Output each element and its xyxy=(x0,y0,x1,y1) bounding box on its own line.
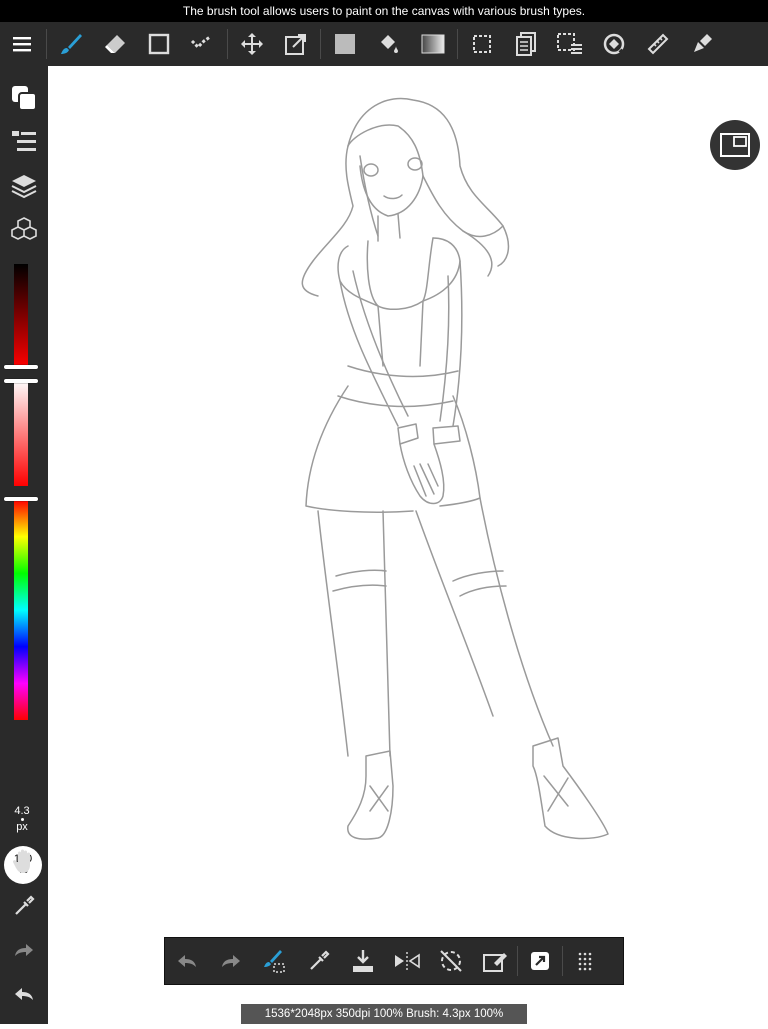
grid-menu-button[interactable] xyxy=(563,938,607,984)
snap-icon xyxy=(531,952,549,970)
eyedropper-icon xyxy=(15,895,35,915)
hue-handle[interactable] xyxy=(4,497,38,501)
left-sidebar: 4.3 px 100 % xyxy=(0,66,48,1024)
flip-icon xyxy=(395,952,420,970)
rectangle-tool-icon xyxy=(148,33,170,55)
snap-button[interactable] xyxy=(518,938,562,984)
redo-button[interactable] xyxy=(0,928,48,972)
clear-button[interactable] xyxy=(473,938,517,984)
separator xyxy=(227,29,228,59)
redo-icon xyxy=(15,944,33,956)
navigator-button[interactable] xyxy=(710,120,760,170)
transform-tool-button[interactable] xyxy=(274,22,318,66)
hue-slider[interactable] xyxy=(14,500,28,720)
select-icon xyxy=(473,35,491,53)
eyedropper-icon xyxy=(310,950,330,970)
color-button[interactable] xyxy=(0,76,48,120)
copy-layers-icon xyxy=(516,32,536,56)
brush-tool-button[interactable] xyxy=(49,22,93,66)
top-toolbar xyxy=(0,22,768,66)
undo-quick-button[interactable] xyxy=(165,938,209,984)
move-tool-icon xyxy=(241,33,263,55)
move-tool-button[interactable] xyxy=(230,22,274,66)
save-icon xyxy=(353,950,373,972)
clear-icon xyxy=(483,953,507,972)
separator xyxy=(46,29,47,59)
gradient-icon xyxy=(421,34,445,54)
dot-tool-button[interactable] xyxy=(181,22,225,66)
pen-icon xyxy=(694,34,712,52)
hand-tool-button[interactable] xyxy=(0,839,48,883)
brightness-handle[interactable] xyxy=(4,365,38,369)
undo-icon xyxy=(178,955,196,967)
brush-size-indicator[interactable]: 4.3 px xyxy=(0,806,44,833)
undo-icon xyxy=(15,988,33,1000)
fill-color-button[interactable] xyxy=(323,22,367,66)
rotate-canvas-button[interactable] xyxy=(429,938,473,984)
undo-button[interactable] xyxy=(0,972,48,1016)
rotate-tool-button[interactable] xyxy=(592,22,636,66)
pen-tool-button[interactable] xyxy=(680,22,724,66)
layers-icon xyxy=(11,175,37,199)
layer-properties-button[interactable] xyxy=(0,120,48,164)
navigator-icon xyxy=(720,133,750,157)
materials-button[interactable] xyxy=(0,208,48,252)
color-icon xyxy=(12,86,37,111)
layer-props-icon xyxy=(12,131,36,151)
transform-tool-icon xyxy=(285,34,306,55)
redo-icon xyxy=(222,955,240,967)
figure-sketch xyxy=(301,97,609,840)
tooltip-bar: The brush tool allows users to paint on … xyxy=(0,0,768,22)
eraser-tool-icon xyxy=(105,35,125,53)
select-tool-button[interactable] xyxy=(460,22,504,66)
hand-icon xyxy=(12,849,31,873)
ruler-tool-button[interactable] xyxy=(636,22,680,66)
saturation-slider[interactable] xyxy=(14,380,28,486)
select-layers-button[interactable] xyxy=(548,22,592,66)
brush-size-unit: px xyxy=(16,821,28,833)
redo-quick-button[interactable] xyxy=(209,938,253,984)
layers-button[interactable] xyxy=(0,164,48,208)
eraser-tool-button[interactable] xyxy=(93,22,137,66)
brush-size-value: 4.3 xyxy=(14,805,30,817)
rectangle-tool-button[interactable] xyxy=(137,22,181,66)
saturation-handle[interactable] xyxy=(4,379,38,383)
separator xyxy=(457,29,458,59)
select-layers-icon xyxy=(557,33,582,54)
separator xyxy=(320,29,321,59)
grid-icon xyxy=(578,952,592,971)
save-button[interactable] xyxy=(341,938,385,984)
bucket-icon xyxy=(381,35,398,53)
ruler-icon xyxy=(647,33,669,55)
rotate-icon xyxy=(440,950,462,972)
materials-icon xyxy=(11,217,37,240)
eyedropper-button[interactable] xyxy=(0,884,48,928)
menu-button[interactable] xyxy=(0,22,44,66)
drawing-canvas[interactable] xyxy=(48,66,768,1024)
copy-layers-button[interactable] xyxy=(504,22,548,66)
rotate-icon xyxy=(603,33,626,56)
dot-tool-icon xyxy=(190,35,211,50)
gradient-tool-button[interactable] xyxy=(411,22,455,66)
menu-icon xyxy=(13,37,31,52)
brush-options-icon xyxy=(264,950,285,973)
fill-color-icon xyxy=(335,34,355,54)
flip-button[interactable] xyxy=(385,938,429,984)
status-bar: 1536*2048px 350dpi 100% Brush: 4.3px 100… xyxy=(241,1004,527,1024)
quick-access-bar xyxy=(164,937,624,985)
brightness-slider[interactable] xyxy=(14,264,28,368)
brush-options-button[interactable] xyxy=(253,938,297,984)
bucket-tool-button[interactable] xyxy=(367,22,411,66)
brush-tool-icon xyxy=(61,34,82,54)
eyedropper-quick-button[interactable] xyxy=(297,938,341,984)
